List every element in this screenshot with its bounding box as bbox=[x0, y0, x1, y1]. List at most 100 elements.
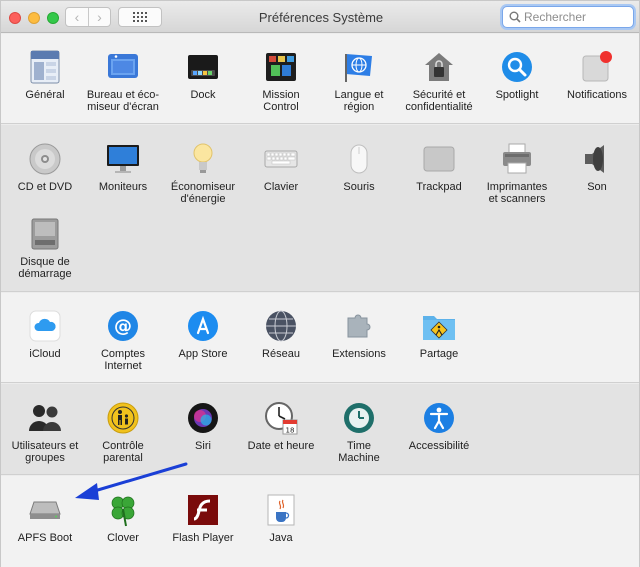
java-cup-icon bbox=[264, 493, 298, 527]
pref-users-groups[interactable]: Utilisateurs et groupes bbox=[5, 401, 85, 464]
close-window-button[interactable] bbox=[9, 12, 21, 24]
svg-text:18: 18 bbox=[286, 427, 295, 435]
pref-label: Son bbox=[587, 181, 607, 193]
back-button[interactable]: ‹ bbox=[66, 8, 88, 26]
parental-controls-icon bbox=[106, 401, 140, 435]
pref-label: Moniteurs bbox=[98, 181, 148, 193]
pref-label: Trackpad bbox=[416, 181, 462, 193]
flash-player-icon bbox=[186, 493, 220, 527]
pref-extensions[interactable]: Extensions bbox=[319, 309, 399, 360]
app-store-icon bbox=[186, 309, 220, 343]
at-sign-icon: @ bbox=[106, 309, 140, 343]
siri-icon bbox=[186, 401, 220, 435]
time-machine-icon bbox=[342, 401, 376, 435]
pref-label: Accessibilité bbox=[408, 440, 470, 452]
house-lock-icon bbox=[422, 50, 456, 84]
mouse-icon bbox=[342, 142, 376, 176]
pref-desktop-screensaver[interactable]: Bureau et éco- miseur d'écran bbox=[83, 50, 163, 113]
desktop-screensaver-icon bbox=[106, 50, 140, 84]
pref-dock[interactable]: Dock bbox=[163, 50, 243, 101]
pref-time-machine[interactable]: Time Machine bbox=[319, 401, 399, 464]
hard-disk-icon bbox=[28, 217, 62, 251]
window-title: Préférences Système bbox=[258, 10, 384, 25]
grid-icon bbox=[133, 12, 147, 22]
pref-icloud[interactable]: iCloud bbox=[5, 309, 85, 360]
pref-label: Bureau et éco- miseur d'écran bbox=[86, 89, 160, 113]
pref-sound[interactable]: Son bbox=[557, 142, 637, 193]
mission-control-icon bbox=[264, 50, 298, 84]
clock-calendar-icon: 18 bbox=[264, 401, 298, 435]
pref-mission-control[interactable]: Mission Control bbox=[241, 50, 321, 113]
pref-label: Partage bbox=[419, 348, 459, 360]
pref-label: Langue et région bbox=[334, 89, 384, 113]
search-input[interactable] bbox=[524, 10, 624, 24]
system-preferences-window: ‹ › Préférences Système Gé bbox=[0, 0, 640, 567]
pref-label: Sécurité et confidentialité bbox=[405, 89, 473, 113]
pref-startup-disk[interactable]: Disque de démarrage bbox=[5, 217, 85, 280]
pref-siri[interactable]: Siri bbox=[163, 401, 243, 452]
pref-label: Flash Player bbox=[172, 532, 234, 544]
pref-label: Clavier bbox=[263, 181, 299, 193]
trackpad-icon bbox=[422, 142, 456, 176]
pref-keyboard[interactable]: Clavier bbox=[241, 142, 321, 193]
pref-java[interactable]: Java bbox=[241, 493, 321, 544]
svg-text:@: @ bbox=[114, 316, 132, 337]
section-personal: Général Bureau et éco- miseur d'écran Do… bbox=[1, 34, 639, 124]
pref-label: Date et heure bbox=[247, 440, 315, 452]
globe-network-icon bbox=[264, 309, 298, 343]
pref-energy-saver[interactable]: Économiseur d'énergie bbox=[163, 142, 243, 205]
pref-label: Disque de démarrage bbox=[18, 256, 72, 280]
pref-accessibility[interactable]: Accessibilité bbox=[399, 401, 479, 452]
pref-network[interactable]: Réseau bbox=[241, 309, 321, 360]
pref-printers[interactable]: Imprimantes et scanners bbox=[477, 142, 557, 205]
annotation-arrow-icon bbox=[75, 462, 188, 500]
pref-date-time[interactable]: 18 Date et heure bbox=[241, 401, 321, 452]
pref-label: iCloud bbox=[29, 348, 61, 360]
pref-label: Extensions bbox=[332, 348, 386, 360]
pref-cd-dvd[interactable]: CD et DVD bbox=[5, 142, 85, 193]
printer-icon bbox=[500, 142, 534, 176]
speaker-icon bbox=[580, 142, 614, 176]
pref-mouse[interactable]: Souris bbox=[319, 142, 399, 193]
pref-general[interactable]: Général bbox=[5, 50, 85, 101]
pref-label: App Store bbox=[178, 348, 228, 360]
disc-icon bbox=[28, 142, 62, 176]
pref-label: Time Machine bbox=[338, 440, 380, 464]
search-field[interactable] bbox=[502, 6, 634, 28]
notification-badge-icon bbox=[580, 50, 614, 84]
drive-icon bbox=[28, 493, 62, 527]
pref-parental-controls[interactable]: Contrôle parental bbox=[83, 401, 163, 464]
pref-label: Réseau bbox=[262, 348, 300, 360]
light-bulb-icon bbox=[186, 142, 220, 176]
pref-spotlight[interactable]: Spotlight bbox=[477, 50, 557, 101]
toolbar: ‹ › Préférences Système bbox=[1, 1, 639, 33]
folder-warning-icon bbox=[422, 309, 456, 343]
pref-security[interactable]: Sécurité et confidentialité bbox=[399, 50, 479, 113]
pref-notifications[interactable]: Notifications bbox=[557, 50, 637, 101]
accessibility-icon bbox=[422, 401, 456, 435]
pref-trackpad[interactable]: Trackpad bbox=[399, 142, 479, 193]
pref-sharing[interactable]: Partage bbox=[399, 309, 479, 360]
minimize-window-button[interactable] bbox=[28, 12, 40, 24]
keyboard-icon bbox=[264, 142, 298, 176]
pref-label: Spotlight bbox=[495, 89, 539, 101]
section-internet: iCloud @ Comptes Internet App Store Rése… bbox=[1, 293, 639, 383]
dock-icon bbox=[186, 50, 220, 84]
puzzle-icon bbox=[342, 309, 376, 343]
pref-label: Économiseur d'énergie bbox=[170, 181, 236, 205]
show-all-button[interactable] bbox=[118, 7, 162, 27]
pref-app-store[interactable]: App Store bbox=[163, 309, 243, 360]
pref-internet-accounts[interactable]: @ Comptes Internet bbox=[83, 309, 163, 372]
pref-displays[interactable]: Moniteurs bbox=[83, 142, 163, 193]
cloud-icon bbox=[28, 309, 62, 343]
pref-label: Mission Control bbox=[262, 89, 300, 113]
zoom-window-button[interactable] bbox=[47, 12, 59, 24]
pref-label: CD et DVD bbox=[17, 181, 73, 193]
forward-button[interactable]: › bbox=[87, 8, 110, 26]
pref-label: Souris bbox=[343, 181, 375, 193]
pref-label: Général bbox=[25, 89, 65, 101]
pref-language-region[interactable]: Langue et région bbox=[319, 50, 399, 113]
file-icon bbox=[28, 50, 62, 84]
magnifier-icon bbox=[500, 50, 534, 84]
pref-label: Java bbox=[269, 532, 293, 544]
